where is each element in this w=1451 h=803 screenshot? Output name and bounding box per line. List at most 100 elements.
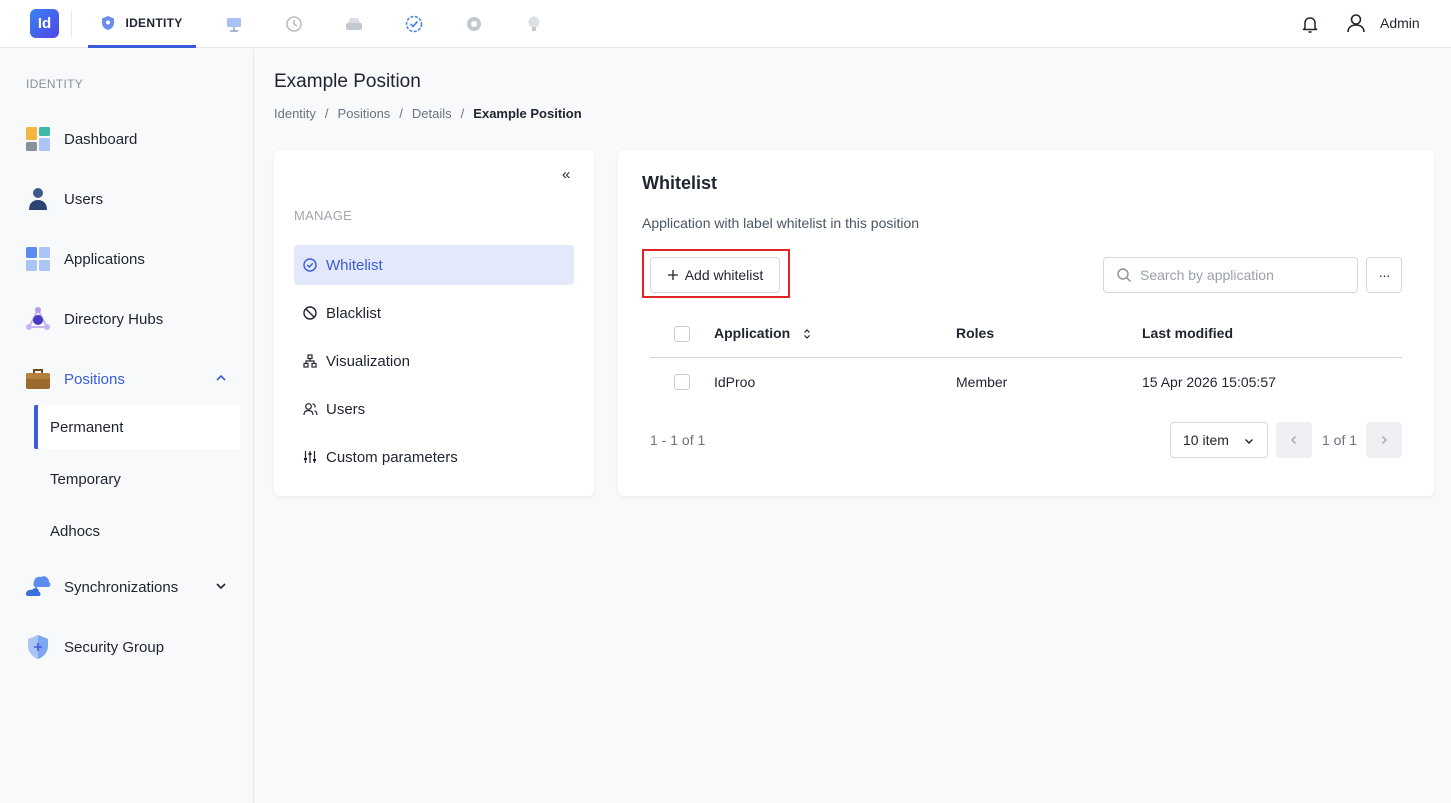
- page-indicator: 1 of 1: [1322, 432, 1358, 448]
- check-badge-icon[interactable]: [403, 13, 425, 35]
- manage-item-custom-parameters[interactable]: Custom parameters: [294, 437, 574, 477]
- page-title: Example Position: [274, 71, 421, 92]
- briefcase-icon: [24, 365, 52, 393]
- directory-hubs-icon: [24, 305, 52, 333]
- sidebar-item-label: Synchronizations: [64, 578, 179, 596]
- sidebar-item-dashboard[interactable]: Dashboard: [24, 121, 234, 157]
- cell-application: IdProo: [714, 374, 756, 390]
- column-header-roles: Roles: [956, 325, 995, 341]
- sidebar-subitem-temporary[interactable]: Temporary: [34, 457, 240, 501]
- whitelist-title: Whitelist: [642, 173, 717, 193]
- sidebar-subitem-permanent[interactable]: Permanent: [34, 405, 240, 449]
- sidebar-section-title: IDENTITY: [26, 77, 84, 91]
- plus-icon: [667, 270, 678, 280]
- add-whitelist-label: Add whitelist: [684, 267, 764, 283]
- sidebar-item-label: Security Group: [64, 638, 165, 656]
- select-all-checkbox[interactable]: [674, 326, 690, 342]
- sort-icon[interactable]: [802, 328, 812, 340]
- manage-item-label: Users: [326, 400, 366, 418]
- shield-icon: [24, 633, 52, 661]
- sidebar-item-synchronizations[interactable]: Synchronizations: [24, 569, 234, 605]
- module-tab-label: IDENTITY: [125, 15, 183, 30]
- sidebar-subitem-adhocs[interactable]: Adhocs: [34, 509, 240, 553]
- manage-item-users[interactable]: Users: [294, 389, 574, 429]
- items-per-page-select[interactable]: 10 item: [1170, 422, 1268, 458]
- sidebar-item-label: Users: [64, 190, 104, 208]
- sidebar-item-users[interactable]: Users: [24, 181, 234, 217]
- items-per-page-value: 10 item: [1183, 432, 1229, 448]
- breadcrumb-current: Example Position: [473, 106, 582, 121]
- search-input[interactable]: [1140, 267, 1340, 283]
- add-whitelist-button[interactable]: Add whitelist: [650, 257, 780, 293]
- user-avatar-icon[interactable]: [1345, 12, 1367, 34]
- previous-page-button[interactable]: [1276, 422, 1312, 458]
- manage-item-visualization[interactable]: Visualization: [294, 341, 574, 381]
- sliders-icon: [302, 449, 318, 465]
- row-checkbox[interactable]: [674, 374, 690, 390]
- manage-item-label: Custom parameters: [326, 448, 458, 466]
- breadcrumb-separator: /: [460, 106, 465, 121]
- manage-item-label: Whitelist: [326, 256, 383, 274]
- cell-roles: Member: [956, 374, 1008, 390]
- drive-icon[interactable]: [343, 13, 365, 35]
- user-name[interactable]: Admin: [1380, 15, 1420, 31]
- sidebar-item-positions[interactable]: Positions: [24, 361, 234, 397]
- manage-item-label: Blacklist: [326, 304, 382, 322]
- column-header-last-modified: Last modified: [1142, 325, 1234, 341]
- hierarchy-icon: [302, 353, 318, 369]
- lightbulb-icon[interactable]: [523, 13, 545, 35]
- sidebar-item-label: Dashboard: [64, 130, 138, 148]
- manage-item-label: Visualization: [326, 352, 410, 370]
- sidebar-item-label: Positions: [64, 370, 125, 388]
- dashboard-icon: [24, 125, 52, 153]
- chevron-down-icon: [1245, 439, 1253, 444]
- manage-item-whitelist[interactable]: Whitelist: [294, 245, 574, 285]
- chevron-down-icon: [216, 583, 226, 590]
- search-field[interactable]: [1103, 257, 1358, 293]
- cloud-sync-icon: [24, 573, 52, 601]
- module-tab-identity[interactable]: IDENTITY: [88, 0, 196, 48]
- collapse-panel-button[interactable]: «: [562, 166, 570, 183]
- monitor-icon[interactable]: [223, 13, 245, 35]
- chevron-left-icon: [1291, 436, 1296, 444]
- manage-item-blacklist[interactable]: Blacklist: [294, 293, 574, 333]
- manage-section-title: MANAGE: [294, 208, 353, 223]
- applications-icon: [24, 245, 52, 273]
- more-options-button[interactable]: ···: [1366, 257, 1402, 293]
- sidebar-item-security-group[interactable]: Security Group: [24, 629, 234, 665]
- search-icon: [1117, 268, 1131, 282]
- breadcrumb-separator: /: [399, 106, 403, 121]
- whitelist-panel: Whitelist Application with label whiteli…: [618, 150, 1434, 496]
- bell-icon[interactable]: [1299, 13, 1321, 35]
- breadcrumb-positions[interactable]: Positions: [338, 106, 391, 121]
- pagination-range: 1 - 1 of 1: [650, 432, 706, 448]
- sidebar: IDENTITY Dashboard Users Applications Di…: [0, 49, 254, 803]
- table-header-divider: [650, 357, 1402, 358]
- users-icon: [302, 401, 318, 417]
- column-header-application[interactable]: Application: [714, 325, 812, 341]
- user-icon: [24, 185, 52, 213]
- sidebar-item-directory-hubs[interactable]: Directory Hubs: [24, 301, 234, 337]
- column-header-label: Application: [714, 325, 791, 341]
- breadcrumb-identity[interactable]: Identity: [274, 106, 316, 121]
- history-icon[interactable]: [283, 13, 305, 35]
- next-page-button[interactable]: [1366, 422, 1402, 458]
- chevron-right-icon: [1382, 436, 1387, 444]
- manage-panel: « MANAGE Whitelist Blacklist Visualizati…: [274, 150, 594, 496]
- check-circle-icon: [302, 257, 318, 273]
- shield-icon: [102, 15, 115, 30]
- sidebar-item-applications[interactable]: Applications: [24, 241, 234, 277]
- chevron-up-icon: [216, 374, 226, 381]
- breadcrumb-separator: /: [324, 106, 329, 121]
- cell-last-modified: 15 Apr 2026 15:05:57: [1142, 374, 1276, 390]
- ban-icon: [302, 305, 318, 321]
- breadcrumb-details[interactable]: Details: [412, 106, 452, 121]
- sidebar-item-label: Directory Hubs: [64, 310, 164, 328]
- settings-icon[interactable]: [463, 13, 485, 35]
- top-bar: Id IDENTITY Admin: [0, 0, 1451, 48]
- app-logo[interactable]: Id: [30, 9, 59, 38]
- divider: [71, 10, 72, 38]
- breadcrumb: Identity / Positions / Details / Example…: [274, 106, 582, 121]
- whitelist-description: Application with label whitelist in this…: [642, 215, 920, 231]
- sidebar-item-label: Applications: [64, 250, 145, 268]
